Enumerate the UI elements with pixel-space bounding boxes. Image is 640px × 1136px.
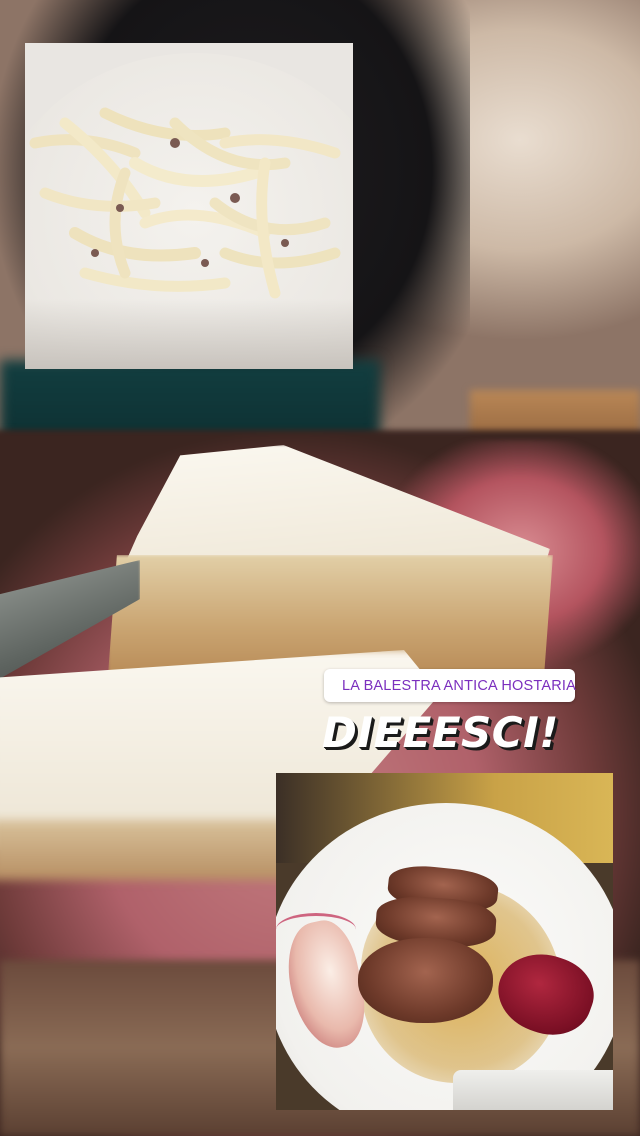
pasta-photo-sticker[interactable]: [25, 43, 353, 369]
location-label: LA BALESTRA ANTICA HOSTARIA: [342, 677, 576, 694]
plate-edge: [453, 1070, 613, 1110]
cheese-slice-rind: [0, 820, 290, 880]
duck-roll: [358, 938, 493, 1023]
text-sticker[interactable]: DIEEESCI!: [322, 708, 592, 768]
location-sticker[interactable]: LA BALESTRA ANTICA HOSTARIA: [324, 669, 576, 702]
duck-photo-sticker[interactable]: [276, 773, 613, 1110]
pasta-noodles: [29, 107, 341, 299]
plate-shadow: [25, 299, 353, 369]
